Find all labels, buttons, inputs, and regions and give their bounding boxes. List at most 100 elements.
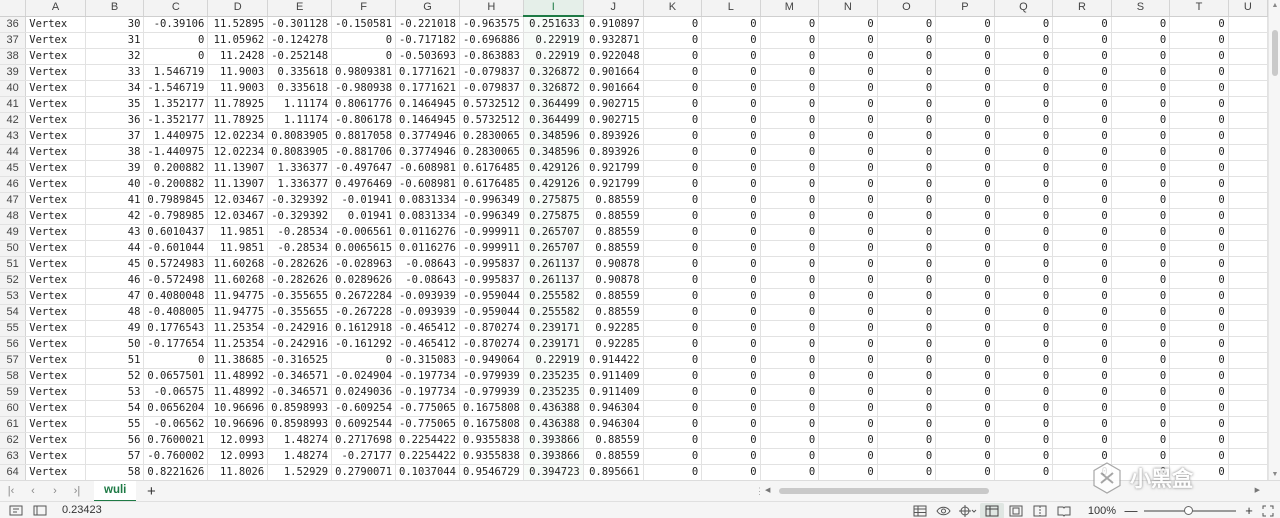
cell-l[interactable]: 0 xyxy=(701,304,761,321)
prev-sheet-icon[interactable]: ‹ xyxy=(22,485,44,497)
cell-n[interactable]: 0 xyxy=(818,464,878,480)
macro-record-icon[interactable] xyxy=(8,504,24,516)
cell-f[interactable]: -0.006561 xyxy=(331,224,397,241)
cell-p[interactable]: 0 xyxy=(935,32,995,49)
cell-e[interactable]: -0.252148 xyxy=(267,48,333,65)
cell-a[interactable]: Vertex xyxy=(25,336,86,353)
cell-t[interactable]: 0 xyxy=(1169,128,1229,145)
cell-h[interactable]: -0.996349 xyxy=(459,192,524,209)
cell-m[interactable]: 0 xyxy=(760,176,820,193)
cell-m[interactable]: 0 xyxy=(760,144,820,161)
row-header[interactable]: 40 xyxy=(0,80,27,97)
cell-l[interactable]: 0 xyxy=(701,48,761,65)
cell-l[interactable]: 0 xyxy=(701,32,761,49)
cell-s[interactable]: 0 xyxy=(1111,80,1171,97)
cell-p[interactable]: 0 xyxy=(935,240,995,257)
cell-r[interactable]: 0 xyxy=(1052,160,1112,177)
cell-t[interactable]: 0 xyxy=(1169,464,1229,480)
cell-b[interactable]: 46 xyxy=(85,272,145,289)
cell-m[interactable]: 0 xyxy=(760,128,820,145)
cell-g[interactable]: -0.08643 xyxy=(395,256,460,273)
cell-p[interactable]: 0 xyxy=(935,288,995,305)
cell-l[interactable]: 0 xyxy=(701,400,761,417)
cell-c[interactable]: 0.8221626 xyxy=(143,464,209,480)
cell-i[interactable]: 0.265707 xyxy=(523,224,584,241)
zoom-out-button[interactable]: — xyxy=(1124,503,1138,518)
cell-j[interactable]: 0.911409 xyxy=(583,368,644,385)
cell-s[interactable]: 0 xyxy=(1111,432,1171,449)
cell-g[interactable]: -0.775065 xyxy=(395,400,460,417)
cell-s[interactable]: 0 xyxy=(1111,128,1171,145)
cell-h[interactable]: 0.9355838 xyxy=(459,432,524,449)
column-header-c[interactable]: C xyxy=(143,0,209,17)
cell-r[interactable]: 0 xyxy=(1052,368,1112,385)
cell-m[interactable]: 0 xyxy=(760,48,820,65)
cell-b[interactable]: 47 xyxy=(85,288,145,305)
cell-m[interactable]: 0 xyxy=(760,288,820,305)
cell-s[interactable]: 0 xyxy=(1111,400,1171,417)
cell-a[interactable]: Vertex xyxy=(25,80,86,97)
cell-o[interactable]: 0 xyxy=(877,432,937,449)
row-header[interactable]: 43 xyxy=(0,128,27,145)
table-style-icon[interactable] xyxy=(908,503,932,518)
row-header[interactable]: 44 xyxy=(0,144,27,161)
column-header-i[interactable]: I xyxy=(523,0,584,17)
cell-i[interactable]: 0.348596 xyxy=(523,128,584,145)
cell-r[interactable]: 0 xyxy=(1052,256,1112,273)
cell-d[interactable]: 10.96696 xyxy=(207,416,269,433)
cell-b[interactable]: 45 xyxy=(85,256,145,273)
column-header-h[interactable]: H xyxy=(459,0,524,17)
cell-n[interactable]: 0 xyxy=(818,240,878,257)
cell-p[interactable]: 0 xyxy=(935,384,995,401)
cell-d[interactable]: 11.8026 xyxy=(207,464,269,480)
cell-m[interactable]: 0 xyxy=(760,464,820,480)
cell-r[interactable]: 0 xyxy=(1052,128,1112,145)
cell-a[interactable]: Vertex xyxy=(25,352,86,369)
add-sheet-button[interactable]: + xyxy=(142,483,160,500)
column-header-l[interactable]: L xyxy=(701,0,761,17)
cell-m[interactable]: 0 xyxy=(760,352,820,369)
cell-e[interactable]: -0.301128 xyxy=(267,16,333,33)
cell-u[interactable] xyxy=(1228,384,1268,401)
cell-j[interactable]: 0.902715 xyxy=(583,96,644,113)
cell-n[interactable]: 0 xyxy=(818,448,878,465)
cell-s[interactable]: 0 xyxy=(1111,176,1171,193)
row-header[interactable]: 55 xyxy=(0,320,27,337)
cell-r[interactable]: 0 xyxy=(1052,112,1112,129)
cell-q[interactable]: 0 xyxy=(994,432,1054,449)
cell-j[interactable]: 0.88559 xyxy=(583,240,644,257)
scrollbar-divider[interactable]: ⋮ xyxy=(755,485,764,497)
cell-l[interactable]: 0 xyxy=(701,336,761,353)
cell-j[interactable]: 0.88559 xyxy=(583,448,644,465)
cell-n[interactable]: 0 xyxy=(818,256,878,273)
cell-s[interactable]: 0 xyxy=(1111,304,1171,321)
row-header[interactable]: 64 xyxy=(0,464,27,480)
cell-a[interactable]: Vertex xyxy=(25,304,86,321)
cell-d[interactable]: 11.13907 xyxy=(207,176,269,193)
cell-s[interactable]: 0 xyxy=(1111,96,1171,113)
cell-c[interactable]: 1.440975 xyxy=(143,128,209,145)
cell-h[interactable]: -0.870274 xyxy=(459,336,524,353)
cell-e[interactable]: -0.28534 xyxy=(267,240,333,257)
cell-f[interactable]: -0.497647 xyxy=(331,160,397,177)
cell-g[interactable]: -0.465412 xyxy=(395,320,460,337)
cell-o[interactable]: 0 xyxy=(877,256,937,273)
cell-k[interactable]: 0 xyxy=(643,304,703,321)
cell-n[interactable]: 0 xyxy=(818,48,878,65)
cell-m[interactable]: 0 xyxy=(760,192,820,209)
cell-n[interactable]: 0 xyxy=(818,368,878,385)
cell-q[interactable]: 0 xyxy=(994,16,1054,33)
vertical-scrollbar[interactable]: ▲ ▼ xyxy=(1268,0,1280,480)
cell-c[interactable]: -0.39106 xyxy=(143,16,209,33)
cell-r[interactable]: 0 xyxy=(1052,48,1112,65)
cell-q[interactable]: 0 xyxy=(994,400,1054,417)
cell-n[interactable]: 0 xyxy=(818,96,878,113)
cell-j[interactable]: 0.92285 xyxy=(583,320,644,337)
cell-q[interactable]: 0 xyxy=(994,240,1054,257)
cell-o[interactable]: 0 xyxy=(877,224,937,241)
cell-n[interactable]: 0 xyxy=(818,304,878,321)
cell-e[interactable]: 1.48274 xyxy=(267,432,333,449)
cell-m[interactable]: 0 xyxy=(760,256,820,273)
row-header[interactable]: 52 xyxy=(0,272,27,289)
cell-t[interactable]: 0 xyxy=(1169,416,1229,433)
